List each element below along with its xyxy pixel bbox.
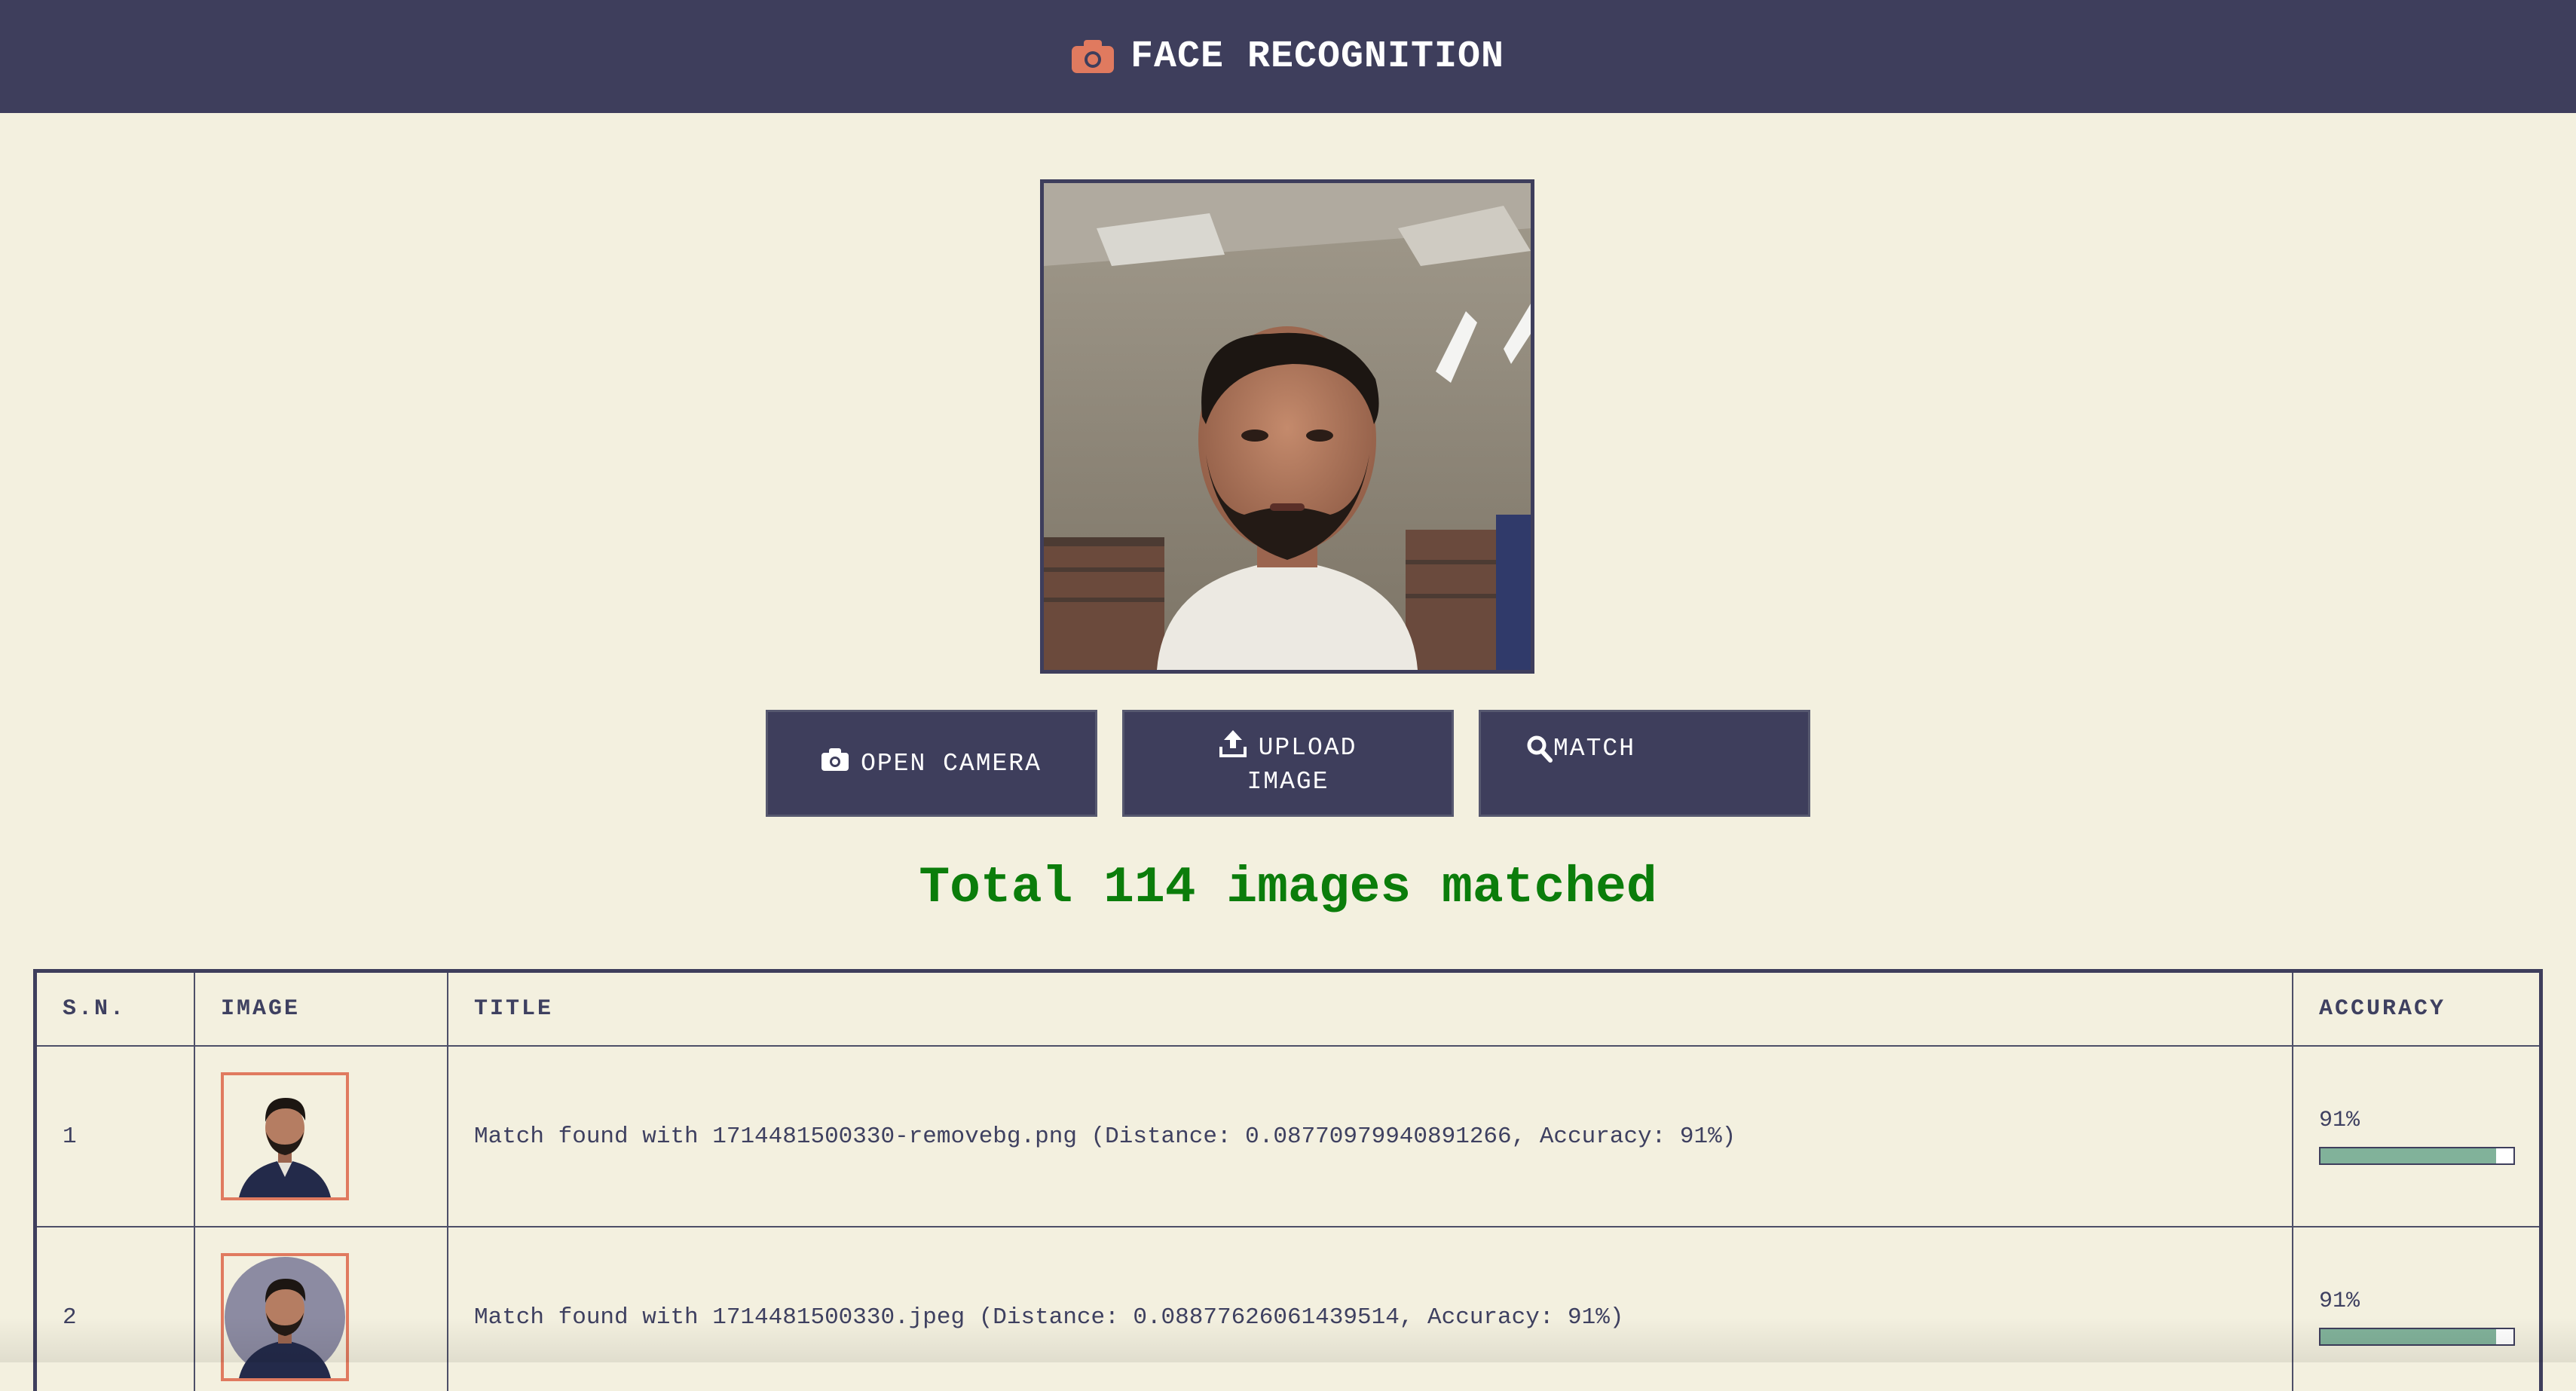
match-label: MATCH — [1553, 735, 1636, 763]
match-thumbnail[interactable] — [221, 1072, 349, 1200]
match-summary: Total 114 images matched — [919, 859, 1657, 917]
column-header-image: IMAGE — [194, 973, 448, 1047]
row-sn: 2 — [37, 1226, 195, 1391]
captured-photo — [1040, 179, 1534, 674]
camera-icon — [821, 748, 849, 778]
accuracy-value: 91% — [2319, 1108, 2360, 1133]
row-title: Match found with 1714481500330.jpeg (Dis… — [447, 1226, 2293, 1391]
open-camera-label: OPEN CAMERA — [861, 749, 1042, 778]
accuracy-bar — [2319, 1328, 2515, 1346]
upload-image-button[interactable]: UPLOAD IMAGE — [1122, 710, 1454, 817]
upload-label-line1: UPLOAD — [1258, 734, 1357, 762]
accuracy-bar-fill — [2321, 1329, 2496, 1344]
accuracy-bar-fill — [2321, 1148, 2496, 1163]
results-table: S.N. IMAGE TITLE ACCURACY 1 Match found … — [33, 969, 2543, 1391]
column-header-accuracy: ACCURACY — [2292, 973, 2539, 1047]
accuracy-value: 91% — [2319, 1289, 2360, 1314]
accuracy-bar — [2319, 1147, 2515, 1165]
app-header: FACE RECOGNITION — [0, 0, 2576, 113]
open-camera-button[interactable]: OPEN CAMERA — [766, 710, 1097, 817]
camera-icon — [1071, 40, 1114, 73]
row-sn: 1 — [37, 1045, 195, 1227]
match-button[interactable]: MATCH — [1479, 710, 1810, 817]
column-header-title: TITLE — [447, 973, 2293, 1047]
row-title: Match found with 1714481500330-removebg.… — [447, 1045, 2293, 1227]
column-header-sn: S.N. — [37, 973, 195, 1047]
page-title: FACE RECOGNITION — [1130, 35, 1505, 78]
search-icon — [1526, 735, 1553, 771]
table-row: 2 Match found with 1714481500330.jpeg (D… — [37, 1226, 2539, 1391]
upload-icon — [1219, 729, 1247, 766]
upload-label-line2: IMAGE — [1247, 767, 1329, 796]
table-row: 1 Match found with 1714481500330-removeb… — [37, 1045, 2539, 1227]
table-header-row: S.N. IMAGE TITLE ACCURACY — [37, 973, 2539, 1047]
